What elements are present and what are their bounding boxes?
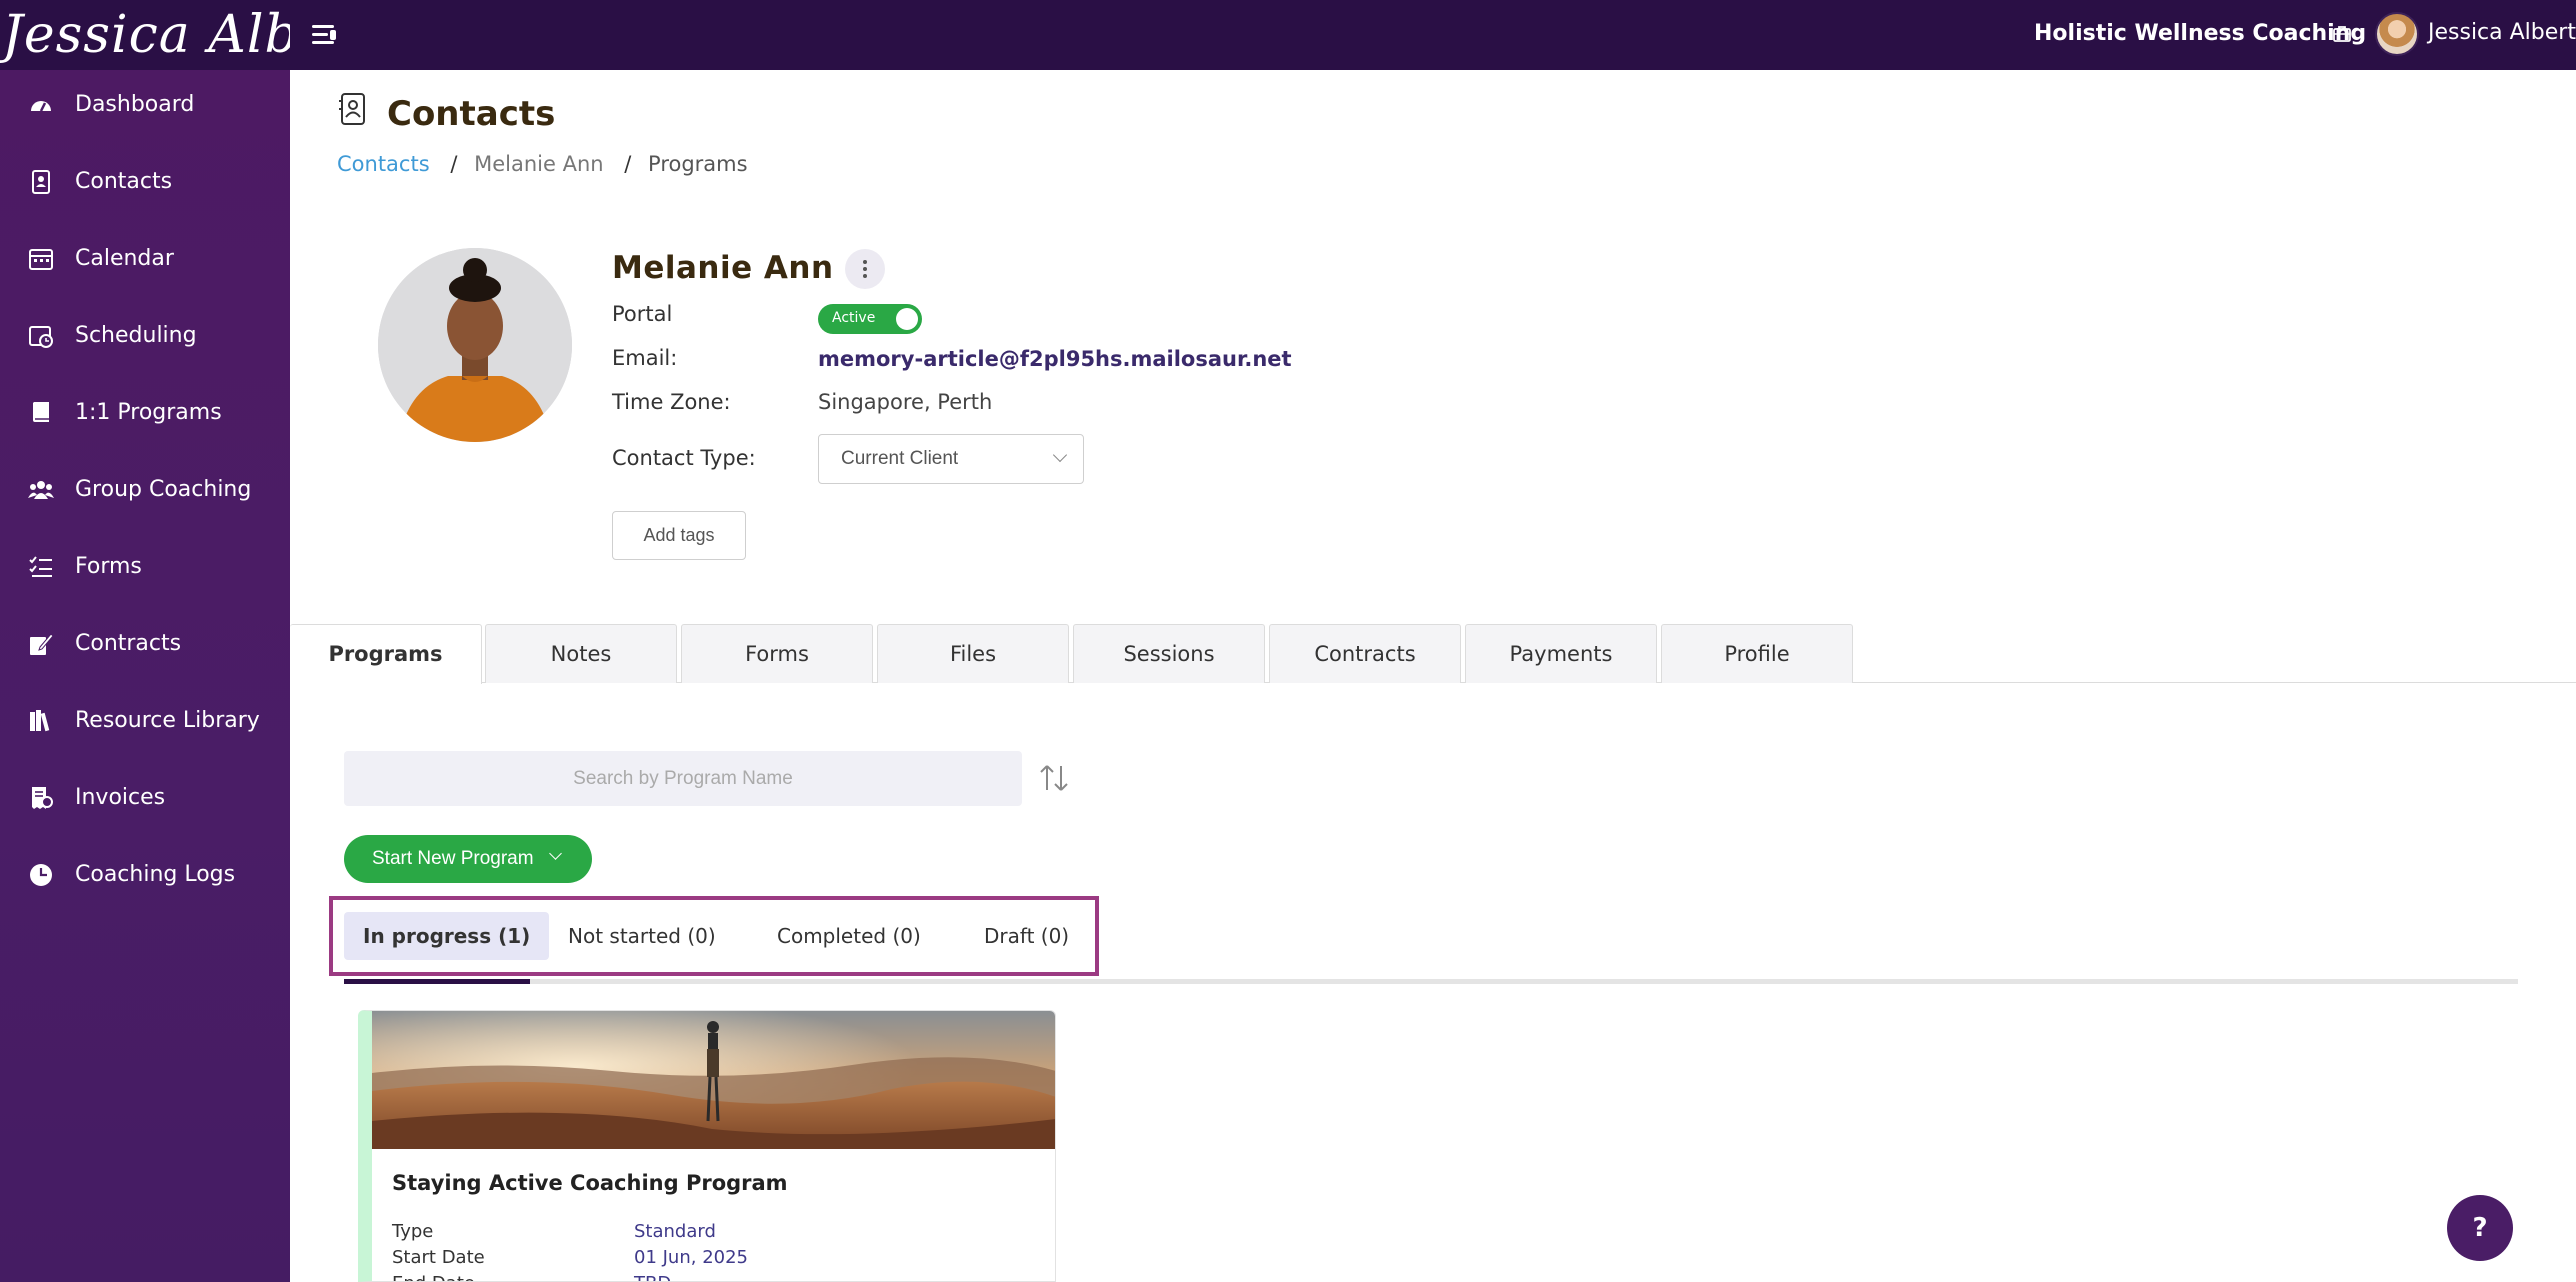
sort-icon[interactable]	[1034, 758, 1074, 798]
sidebar-item-label: Forms	[75, 554, 142, 579]
sidebar-item-label: Calendar	[75, 246, 174, 271]
program-search-input[interactable]	[344, 751, 1022, 806]
sidebar: Dashboard Contacts Calendar Scheduling 1…	[0, 70, 290, 1282]
sidebar-item-programs[interactable]: 1:1 Programs	[0, 382, 290, 442]
program-end-value: TBD	[634, 1273, 671, 1281]
sidebar-item-calendar[interactable]: Calendar	[0, 228, 290, 288]
sidebar-item-label: Group Coaching	[75, 477, 252, 502]
filter-not-started[interactable]: Not started (0)	[568, 912, 716, 960]
signature-icon	[30, 633, 54, 655]
sidebar-item-group-coaching[interactable]: Group Coaching	[0, 459, 290, 519]
filter-in-progress[interactable]: In progress (1)	[344, 912, 550, 960]
sidebar-item-label: Dashboard	[75, 92, 195, 117]
sidebar-item-scheduling[interactable]: Scheduling	[0, 305, 290, 365]
sidebar-item-label: Scheduling	[75, 323, 197, 348]
brand-logo[interactable]: Jessica Albert	[0, 0, 290, 70]
tab-files[interactable]: Files	[877, 624, 1069, 683]
sidebar-item-resource-library[interactable]: Resource Library	[0, 690, 290, 750]
tab-notes[interactable]: Notes	[485, 624, 677, 683]
sidebar-item-contacts[interactable]: Contacts	[0, 151, 290, 211]
sidebar-item-label: Contacts	[75, 169, 173, 194]
tab-payments[interactable]: Payments	[1465, 624, 1657, 683]
sidebar-item-contracts[interactable]: Contracts	[0, 613, 290, 673]
filter-completed[interactable]: Completed (0)	[777, 912, 921, 960]
start-new-program-button[interactable]: Start New Program	[344, 835, 592, 883]
portal-status: Active	[832, 310, 876, 326]
portal-toggle[interactable]: Active	[818, 304, 922, 334]
dashboard-icon	[31, 101, 51, 112]
contact-photo	[378, 248, 572, 442]
sidebar-item-label: Resource Library	[75, 708, 260, 733]
sidebar-item-dashboard[interactable]: Dashboard	[0, 74, 290, 134]
briefcase-icon[interactable]	[2332, 24, 2352, 44]
sidebar-item-label: Invoices	[75, 785, 166, 810]
library-icon	[30, 710, 50, 732]
timezone-label: Time Zone:	[612, 390, 731, 414]
email-label: Email:	[612, 346, 678, 370]
business-name[interactable]: Holistic Wellness Coaching	[2034, 21, 2366, 46]
contact-type-value: Current Client	[841, 448, 959, 469]
checklist-icon	[29, 556, 52, 577]
sidebar-item-label: Coaching Logs	[75, 862, 236, 887]
contact-type-select[interactable]: Current Client	[818, 434, 1084, 484]
chevron-down-icon	[1052, 447, 1068, 463]
book-icon	[33, 402, 49, 422]
program-start-label: Start Date	[392, 1247, 485, 1268]
contacts-icon	[32, 170, 50, 194]
tab-programs[interactable]: Programs	[290, 624, 482, 684]
filter-draft[interactable]: Draft (0)	[984, 912, 1069, 960]
sidebar-item-invoices[interactable]: Invoices	[0, 767, 290, 827]
tab-sessions[interactable]: Sessions	[1073, 624, 1265, 683]
contact-name: Melanie Ann	[612, 250, 834, 286]
sidebar-toggle-icon[interactable]	[312, 24, 338, 46]
program-start-value: 01 Jun, 2025	[634, 1247, 749, 1268]
tab-contracts[interactable]: Contracts	[1269, 624, 1461, 683]
breadcrumb-contact-name[interactable]: Melanie Ann	[474, 152, 603, 176]
page-title: Contacts	[387, 94, 556, 134]
breadcrumb-contacts-link[interactable]: Contacts	[337, 152, 430, 176]
timezone-value: Singapore, Perth	[818, 390, 993, 414]
program-cover-image	[372, 1011, 1055, 1149]
help-button[interactable]: ?	[2447, 1195, 2513, 1261]
program-title[interactable]: Staying Active Coaching Program	[392, 1171, 788, 1195]
user-name[interactable]: Jessica Albert	[2428, 20, 2576, 45]
sidebar-item-label: Contracts	[75, 631, 182, 656]
scheduling-icon	[29, 326, 53, 348]
tab-profile[interactable]: Profile	[1661, 624, 1853, 683]
start-new-program-label: Start New Program	[372, 848, 534, 869]
clock-icon	[30, 864, 52, 886]
program-end-label: End Date	[392, 1273, 475, 1281]
breadcrumb: Contacts / Melanie Ann / Programs	[337, 152, 748, 176]
sidebar-item-coaching-logs[interactable]: Coaching Logs	[0, 844, 290, 904]
tab-forms[interactable]: Forms	[681, 624, 873, 683]
group-icon	[28, 481, 54, 499]
calendar-icon	[29, 249, 53, 270]
sidebar-item-forms[interactable]: Forms	[0, 536, 290, 596]
program-type-label: Type	[392, 1221, 434, 1242]
sidebar-item-label: 1:1 Programs	[75, 400, 222, 425]
contacts-page-icon	[339, 93, 365, 125]
portal-label: Portal	[612, 302, 673, 326]
invoice-icon	[32, 787, 53, 809]
breadcrumb-current: Programs	[648, 152, 748, 176]
email-value[interactable]: memory-article@f2pl95hs.mailosaur.net	[818, 347, 1292, 371]
user-avatar[interactable]	[2375, 12, 2419, 56]
active-filter-indicator	[344, 979, 530, 984]
chevron-down-icon	[549, 847, 562, 860]
contact-type-label: Contact Type:	[612, 446, 756, 470]
program-card[interactable]: Staying Active Coaching Program Type Sta…	[358, 1010, 1056, 1282]
program-type-value: Standard	[634, 1221, 716, 1242]
top-bar: Jessica Albert Holistic Wellness Coachin…	[0, 0, 2576, 70]
contact-more-menu-icon[interactable]	[845, 249, 885, 289]
add-tags-button[interactable]: Add tags	[612, 511, 746, 560]
